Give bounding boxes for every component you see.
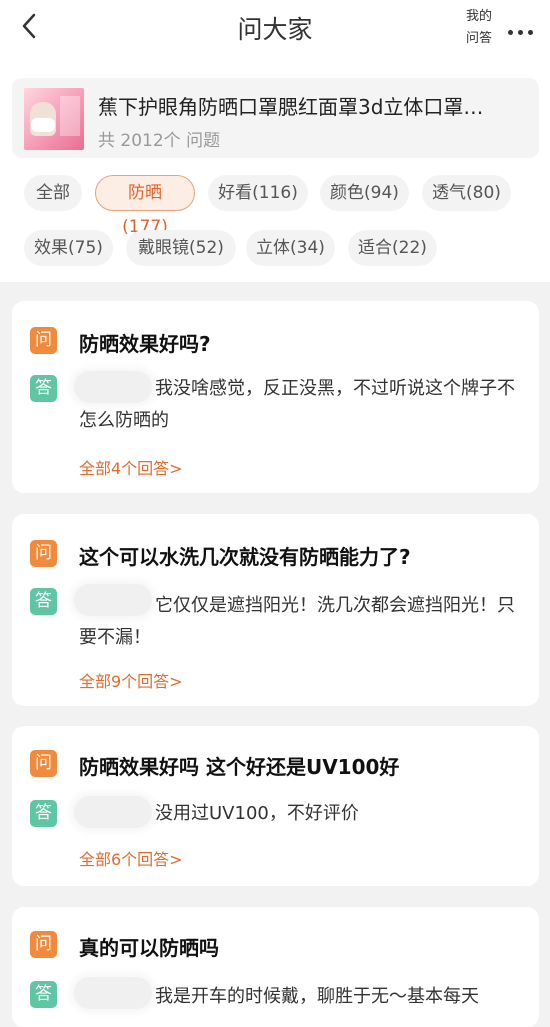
filter-chip[interactable]: 透气(80) [422,175,511,211]
top-nav-bar: 问大家 我的 问答 [0,0,550,56]
question-count: 共 2012个 问题 [98,131,221,151]
product-thumbnail [24,88,84,150]
all-answers-link[interactable]: 全部9个回答> [79,668,183,692]
answer-badge: 答 [30,375,57,402]
question-card[interactable]: 问 这个可以水洗几次就没有防晒能力了? 答 它仅仅是遮挡阳光！洗几次都会遮挡阳光… [12,514,539,706]
answer-badge: 答 [30,800,57,827]
all-answers-link[interactable]: 全部4个回答> [79,455,183,479]
product-card[interactable]: 蕉下护眼角防晒口罩腮红面罩3d立体口罩… 共 2012个 问题 [12,78,539,158]
question-card[interactable]: 问 防晒效果好吗? 答 我没啥感觉，反正没黑，不过听说这个牌子不怎么防晒的 全部… [12,301,539,493]
answer-text: 我没啥感觉，反正没黑，不过听说这个牌子不怎么防晒的 [79,378,515,431]
filter-chip[interactable]: 戴眼镜(52) [126,230,236,266]
question-badge: 问 [30,327,57,354]
my-qa-label-line1: 我的 [465,9,492,24]
more-icon[interactable] [508,20,538,35]
question-card[interactable]: 问 防晒效果好吗 这个好还是UV100好 答 没用过UV100，不好评价 全部6… [12,726,539,886]
filter-chip[interactable]: 效果(75) [24,230,113,266]
all-answers-link[interactable]: 全部6个回答> [79,846,183,870]
filter-chip-active[interactable]: 防晒(177) [95,175,195,237]
my-qa-button[interactable]: 我的 问答 [463,6,495,50]
question-text: 真的可以防晒吗 [79,936,219,960]
question-card[interactable]: 问 真的可以防晒吗 答 我是开车的时候戴，聊胜于无～基本每天 [12,907,539,1027]
filter-chip[interactable]: 立体(34) [246,230,335,266]
answer-text: 它仅仅是遮挡阳光！洗几次都会遮挡阳光！只要不漏！ [79,595,515,648]
answer-badge: 答 [30,588,57,615]
question-badge: 问 [30,540,57,567]
filter-chip[interactable]: 好看(116) [208,175,308,211]
answer-text: 我是开车的时候戴，聊胜于无～基本每天 [155,986,479,1007]
question-summary-panel: 蕉下护眼角防晒口罩腮红面罩3d立体口罩… 共 2012个 问题 全部 防晒(17… [0,56,550,282]
question-badge: 问 [30,931,57,958]
question-text: 这个可以水洗几次就没有防晒能力了? [79,545,411,569]
question-text: 防晒效果好吗? [79,332,211,356]
question-badge: 问 [30,750,57,777]
my-qa-label-line2: 问答 [465,31,492,46]
filter-chip[interactable]: 颜色(94) [320,175,409,211]
answer-text: 没用过UV100，不好评价 [155,803,359,824]
question-text: 防晒效果好吗 这个好还是UV100好 [79,755,400,779]
answer-badge: 答 [30,981,57,1008]
filter-chip[interactable]: 适合(22) [348,230,437,266]
product-name: 蕉下护眼角防晒口罩腮红面罩3d立体口罩… [98,95,484,119]
filter-chip[interactable]: 全部 [24,175,82,211]
